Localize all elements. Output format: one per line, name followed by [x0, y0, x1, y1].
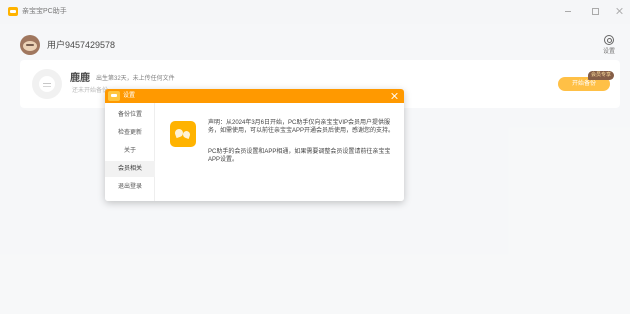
leaf-icon	[170, 121, 196, 147]
dialog-logo-icon	[108, 91, 120, 101]
dialog-header: 设置	[105, 89, 404, 103]
app-logo-icon	[8, 7, 18, 16]
dialog-close-icon[interactable]	[389, 90, 401, 102]
title-bar: 亲宝宝PC助手	[0, 0, 630, 24]
app-window: 亲宝宝PC助手 用户9457429578 设置 鹿鹿 出生第32天，未上传任何文…	[0, 0, 630, 314]
dialog-body: 声明：从2024年3月6日开始，PC助手仅向亲宝宝VIP会员用户提供服务，如需使…	[155, 103, 404, 201]
menu-item-check-update[interactable]: 检查更新	[105, 125, 155, 141]
menu-item-membership[interactable]: 会员相关	[105, 161, 155, 177]
maximize-icon[interactable]	[589, 5, 601, 17]
settings-dialog: 设置 备份位置 检查更新 关于 会员相关 退出登录 声明：从2024年3月6日开…	[105, 89, 404, 201]
menu-item-about[interactable]: 关于	[105, 143, 155, 159]
dialog-title: 设置	[123, 93, 136, 99]
membership-notice: 声明：从2024年3月6日开始，PC助手仅向亲宝宝VIP会员用户提供服务，如需使…	[208, 120, 395, 134]
app-title: 亲宝宝PC助手	[22, 8, 67, 15]
close-window-icon[interactable]	[614, 5, 626, 17]
membership-notice-2: PC助手的会员设置和APP相通，如果需要调整会员设置请前往亲宝宝APP设置。	[208, 149, 391, 163]
menu-item-logout[interactable]: 退出登录	[105, 179, 155, 195]
settings-menu: 备份位置 检查更新 关于 会员相关 退出登录	[105, 103, 155, 201]
menu-item-backup-location[interactable]: 备份位置	[105, 107, 155, 123]
minimize-icon[interactable]	[562, 5, 574, 17]
